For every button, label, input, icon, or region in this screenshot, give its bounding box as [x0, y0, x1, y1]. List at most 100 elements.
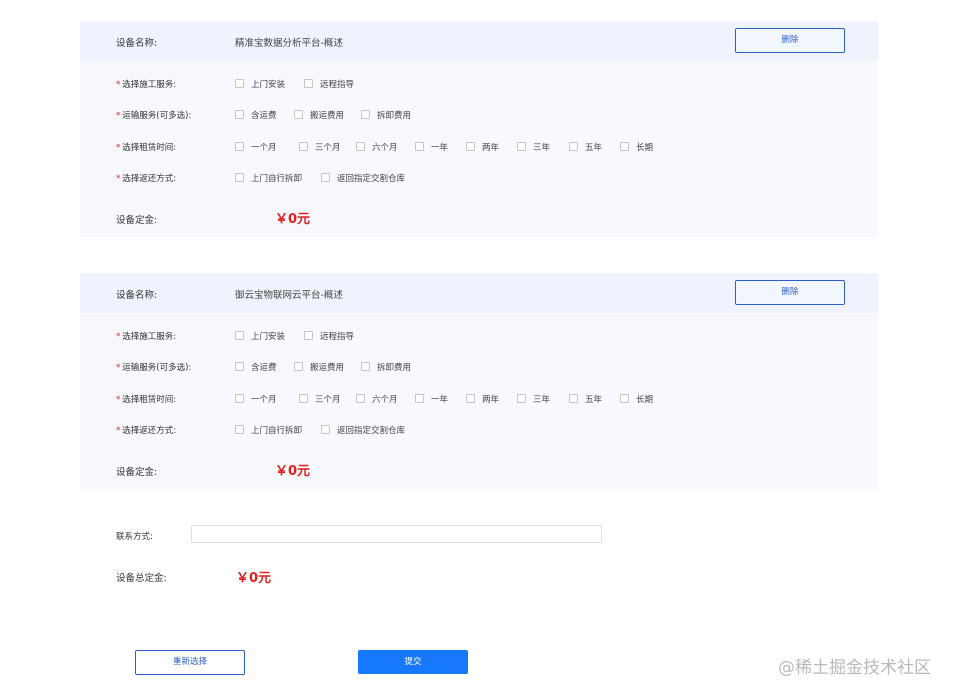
- option-row: * 运输服务(可多选): 含运费 搬运费用 拆卸费用: [116, 109, 856, 121]
- total-deposit-label: 设备总定金:: [116, 573, 167, 584]
- checkbox-icon[interactable]: [304, 331, 313, 340]
- option-checkbox[interactable]: 六个月: [356, 393, 398, 405]
- option-row: * 选择租赁时间: 一个月 三个月 六个月 一年 两年 三年 五年 长期: [116, 141, 856, 153]
- checkbox-icon[interactable]: [569, 394, 578, 403]
- option-checkbox[interactable]: 返回指定交割仓库: [321, 424, 405, 436]
- option-checkbox[interactable]: 上门安装: [235, 330, 285, 342]
- option-row-label-text: 选择返还方式:: [122, 174, 177, 184]
- option-row-label: * 选择返还方式:: [116, 172, 176, 184]
- option-checkbox[interactable]: 搬运费用: [294, 109, 344, 121]
- option-row-label: * 运输服务(可多选):: [116, 361, 191, 373]
- option-checkbox[interactable]: 拆卸费用: [361, 109, 411, 121]
- option-label: 含运费: [251, 111, 277, 121]
- option-checkbox[interactable]: 长期: [620, 141, 653, 153]
- checkbox-icon[interactable]: [466, 142, 475, 151]
- option-checkbox[interactable]: 三个月: [299, 393, 341, 405]
- option-label: 一个月: [251, 395, 277, 405]
- device-name-label: 设备名称:: [116, 290, 158, 301]
- option-row: * 选择返还方式: 上门自行拆卸 返回指定交割仓库: [116, 424, 856, 436]
- checkbox-icon[interactable]: [294, 110, 303, 119]
- checkbox-icon[interactable]: [235, 79, 244, 88]
- option-checkbox[interactable]: 拆卸费用: [361, 361, 411, 373]
- checkbox-icon[interactable]: [235, 394, 244, 403]
- option-checkbox[interactable]: 五年: [569, 141, 602, 153]
- option-label: 三个月: [315, 143, 341, 153]
- deposit-label: 设备定金:: [116, 215, 158, 226]
- option-checkbox[interactable]: 远程指导: [304, 78, 354, 90]
- checkbox-icon[interactable]: [356, 142, 365, 151]
- option-checkbox[interactable]: 搬运费用: [294, 361, 344, 373]
- checkbox-icon[interactable]: [415, 142, 424, 151]
- option-row-label-text: 选择返还方式:: [122, 426, 177, 436]
- checkbox-icon[interactable]: [299, 142, 308, 151]
- option-checkbox[interactable]: 三年: [517, 393, 550, 405]
- delete-device-button[interactable]: 删除: [735, 280, 845, 305]
- checkbox-icon[interactable]: [517, 394, 526, 403]
- option-checkbox[interactable]: 含运费: [235, 109, 277, 121]
- option-label: 拆卸费用: [377, 111, 412, 121]
- checkbox-icon[interactable]: [361, 362, 370, 371]
- option-label: 搬运费用: [310, 111, 345, 121]
- checkbox-icon[interactable]: [235, 362, 244, 371]
- option-label: 三个月: [315, 395, 341, 405]
- option-checkbox[interactable]: 上门自行拆卸: [235, 424, 302, 436]
- option-checkbox[interactable]: 五年: [569, 393, 602, 405]
- checkbox-icon[interactable]: [235, 331, 244, 340]
- required-mark: *: [116, 80, 121, 90]
- option-checkbox[interactable]: 三个月: [299, 141, 341, 153]
- option-checkbox[interactable]: 三年: [517, 141, 550, 153]
- option-checkbox[interactable]: 长期: [620, 393, 653, 405]
- checkbox-icon[interactable]: [235, 425, 244, 434]
- checkbox-icon[interactable]: [299, 394, 308, 403]
- option-row-label-text: 运输服务(可多选):: [122, 363, 192, 373]
- checkbox-icon[interactable]: [321, 173, 330, 182]
- option-checkbox[interactable]: 一年: [415, 141, 448, 153]
- checkbox-icon[interactable]: [569, 142, 578, 151]
- reset-button[interactable]: 重新选择: [135, 650, 245, 675]
- option-label: 含运费: [251, 363, 277, 373]
- checkbox-icon[interactable]: [361, 110, 370, 119]
- option-row-label-text: 选择租赁时间:: [122, 395, 177, 405]
- device-name-label: 设备名称:: [116, 38, 158, 49]
- checkbox-icon[interactable]: [620, 394, 629, 403]
- option-checkbox[interactable]: 一个月: [235, 141, 277, 153]
- contact-input[interactable]: [191, 525, 602, 543]
- option-checkbox[interactable]: 六个月: [356, 141, 398, 153]
- required-mark: *: [116, 174, 121, 184]
- required-mark: *: [116, 363, 121, 373]
- checkbox-icon[interactable]: [235, 110, 244, 119]
- option-checkbox[interactable]: 上门自行拆卸: [235, 172, 302, 184]
- option-checkbox[interactable]: 一个月: [235, 393, 277, 405]
- option-checkbox[interactable]: 含运费: [235, 361, 277, 373]
- option-checkbox[interactable]: 两年: [466, 141, 499, 153]
- checkbox-icon[interactable]: [294, 362, 303, 371]
- option-label: 拆卸费用: [377, 363, 412, 373]
- device-card: 设备名称: 御云宝物联网云平台-概述 删除 * 选择施工服务: 上门安装 远程指导 * 运输服务…: [80, 273, 878, 489]
- checkbox-icon[interactable]: [356, 394, 365, 403]
- checkbox-icon[interactable]: [466, 394, 475, 403]
- option-checkbox[interactable]: 返回指定交割仓库: [321, 172, 405, 184]
- checkbox-icon[interactable]: [235, 142, 244, 151]
- option-checkbox[interactable]: 一年: [415, 393, 448, 405]
- delete-device-button[interactable]: 删除: [735, 28, 845, 53]
- option-row: * 选择返还方式: 上门自行拆卸 返回指定交割仓库: [116, 172, 856, 184]
- checkbox-icon[interactable]: [517, 142, 526, 151]
- option-row-label-text: 选择施工服务:: [122, 332, 177, 342]
- option-row-label-text: 选择施工服务:: [122, 80, 177, 90]
- checkbox-icon[interactable]: [304, 79, 313, 88]
- option-checkbox[interactable]: 两年: [466, 393, 499, 405]
- required-mark: *: [116, 332, 121, 342]
- required-mark: *: [116, 426, 121, 436]
- required-mark: *: [116, 111, 121, 121]
- option-label: 六个月: [372, 143, 398, 153]
- submit-button[interactable]: 提交: [358, 650, 468, 674]
- checkbox-icon[interactable]: [235, 173, 244, 182]
- watermark: @稀土掘金技术社区: [778, 658, 931, 678]
- checkbox-icon[interactable]: [321, 425, 330, 434]
- checkbox-icon[interactable]: [415, 394, 424, 403]
- option-label: 上门自行拆卸: [251, 174, 303, 184]
- option-row-label-text: 选择租赁时间:: [122, 143, 177, 153]
- option-checkbox[interactable]: 远程指导: [304, 330, 354, 342]
- option-checkbox[interactable]: 上门安装: [235, 78, 285, 90]
- checkbox-icon[interactable]: [620, 142, 629, 151]
